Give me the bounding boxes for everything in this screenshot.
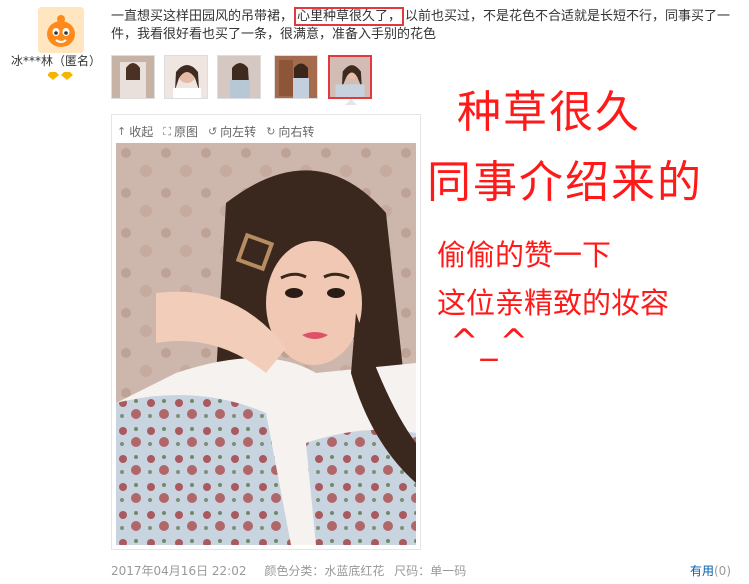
color-label: 颜色分类： [264,564,325,578]
viewer-toolbar: ↑ 收起 ⛶ 原图 ↺ 向左转 ↻ 向右转 [117,123,314,140]
review-meta: 2017年04月16日 22:02 颜色分类：水蓝底红花 尺码：单一码 [111,562,472,579]
annotation-line-3: 偷偷的赞一下 [437,238,612,272]
review-text: 一直想买这样田园风的吊带裙， 心里种草很久了， 以前也买过，不是花色不合适就是长短不… [111,7,743,44]
collapse-label: 收起 [129,125,154,139]
thumbnail-pointer [345,99,357,105]
jd-joy-avatar-icon [38,7,84,53]
size-value: 单一码 [430,564,467,578]
annotation-line-2: 同事介绍来的 [427,157,703,208]
review-photo-image [116,143,416,545]
annotation-line-4: 这位亲精致的妆容 [437,286,670,320]
rotate-right-label: 向右转 [278,125,315,139]
review-text-highlight: 心里种草很久了， [294,7,405,26]
collapse-button[interactable]: ↑ 收起 [117,123,153,140]
reviewer-name: 冰***林（匿名） [10,54,101,68]
rotate-left-icon: ↺ [207,125,218,138]
reviewer-avatar[interactable] [38,7,84,53]
expand-icon: ⛶ [163,124,171,138]
annotation-smiley: ^_^ [450,322,530,362]
thumbnail-2[interactable] [164,55,208,99]
original-image-button[interactable]: ⛶ 原图 [163,123,198,140]
thumbnail-4[interactable] [274,55,318,99]
review-text-before: 一直想买这样田园风的吊带裙， [111,9,294,24]
thumbnail-1[interactable] [111,55,155,99]
rotate-right-button[interactable]: ↻ 向右转 [266,123,314,140]
thumbnail-3[interactable] [217,55,261,99]
rotate-right-icon: ↻ [266,125,276,138]
arrow-up-icon: ↑ [117,125,127,138]
gold-member-icon [48,72,73,80]
review-photo[interactable] [116,143,416,545]
color-value: 水蓝底红花 [324,564,385,578]
rotate-left-button[interactable]: ↺ 向左转 [208,123,256,140]
useful-count: (0) [714,564,731,578]
thumbnail-5-selected[interactable] [328,55,372,99]
size-label: 尺码： [394,564,431,578]
annotation-line-1: 种草很久 [457,87,641,138]
rotate-left-label: 向左转 [220,125,257,139]
original-image-label: 原图 [173,125,198,139]
image-viewer: ↑ 收起 ⛶ 原图 ↺ 向左转 ↻ 向右转 [111,114,421,550]
useful-label: 有用 [689,564,714,578]
useful-button[interactable]: 有用(0) [690,562,731,579]
review-date: 2017年04月16日 22:02 [111,564,247,578]
